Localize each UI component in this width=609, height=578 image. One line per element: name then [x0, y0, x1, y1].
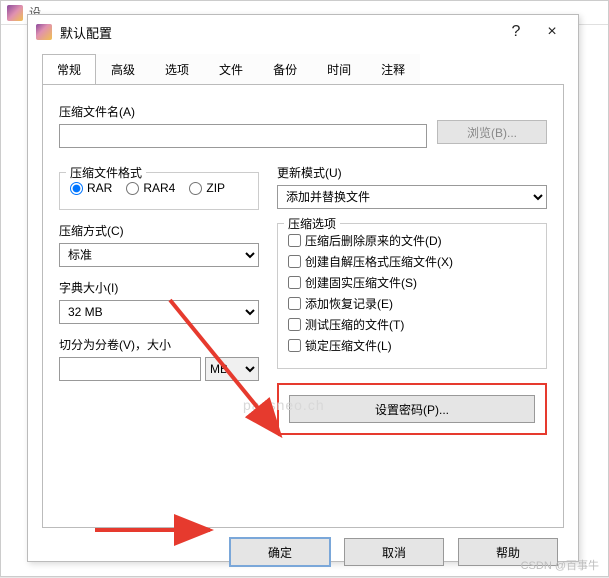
split-label: 切分为分卷(V)，大小: [59, 336, 259, 353]
tab-strip: 常规 高级 选项 文件 备份 时间 注释: [28, 49, 578, 84]
split-unit-select[interactable]: MB: [205, 357, 259, 381]
options-group: 压缩选项 压缩后删除原来的文件(D) 创建自解压格式压缩文件(X) 创建固实压缩…: [277, 223, 547, 369]
app-icon: [7, 5, 23, 21]
update-mode-select[interactable]: 添加并替换文件: [277, 185, 547, 209]
winrar-icon: [36, 24, 52, 40]
tab-backup[interactable]: 备份: [258, 54, 312, 85]
radio-rar-label: RAR: [87, 181, 112, 195]
tab-comment[interactable]: 注释: [366, 54, 420, 85]
check-delete-after[interactable]: 压缩后删除原来的文件(D): [288, 232, 536, 249]
format-legend: 压缩文件格式: [66, 164, 146, 181]
tab-time[interactable]: 时间: [312, 54, 366, 85]
general-panel: 压缩文件名(A) 浏览(B)... 压缩文件格式 RAR RAR4 ZIP: [42, 84, 564, 528]
update-mode-label: 更新模式(U): [277, 164, 547, 181]
cancel-button[interactable]: 取消: [344, 538, 444, 566]
filename-label: 压缩文件名(A): [59, 103, 427, 120]
password-highlight-box: 设置密码(P)...: [277, 383, 547, 435]
check-solid[interactable]: 创建固实压缩文件(S): [288, 274, 536, 291]
options-legend: 压缩选项: [284, 215, 340, 232]
check-lock[interactable]: 锁定压缩文件(L): [288, 337, 536, 354]
dialog-footer: 确定 取消 帮助: [28, 528, 578, 578]
check-recovery[interactable]: 添加恢复记录(E): [288, 295, 536, 312]
tab-general[interactable]: 常规: [42, 54, 96, 85]
format-group: 压缩文件格式 RAR RAR4 ZIP: [59, 172, 259, 210]
close-button[interactable]: ×: [534, 17, 570, 47]
radio-rar4[interactable]: RAR4: [126, 181, 175, 195]
method-label: 压缩方式(C): [59, 222, 259, 239]
tab-files[interactable]: 文件: [204, 54, 258, 85]
radio-rar4-label: RAR4: [143, 181, 175, 195]
set-password-button[interactable]: 设置密码(P)...: [289, 395, 535, 423]
radio-rar[interactable]: RAR: [70, 181, 112, 195]
ok-button[interactable]: 确定: [230, 538, 330, 566]
csdn-watermark: CSDN @百事牛: [521, 557, 599, 573]
dialog-titlebar: 默认配置 ? ×: [28, 15, 578, 49]
split-size-input[interactable]: [59, 357, 201, 381]
default-profile-dialog: 默认配置 ? × 常规 高级 选项 文件 备份 时间 注释 压缩文件名(A) 浏…: [27, 14, 579, 562]
dict-select[interactable]: 32 MB: [59, 300, 259, 324]
dict-label: 字典大小(I): [59, 279, 259, 296]
check-sfx[interactable]: 创建自解压格式压缩文件(X): [288, 253, 536, 270]
tab-options[interactable]: 选项: [150, 54, 204, 85]
check-test[interactable]: 测试压缩的文件(T): [288, 316, 536, 333]
method-select[interactable]: 标准: [59, 243, 259, 267]
filename-input[interactable]: [59, 124, 427, 148]
browse-button[interactable]: 浏览(B)...: [437, 120, 547, 144]
tab-advanced[interactable]: 高级: [96, 54, 150, 85]
help-button[interactable]: ?: [498, 17, 534, 47]
dialog-title: 默认配置: [60, 23, 498, 42]
radio-zip[interactable]: ZIP: [189, 181, 225, 195]
radio-zip-label: ZIP: [206, 181, 225, 195]
